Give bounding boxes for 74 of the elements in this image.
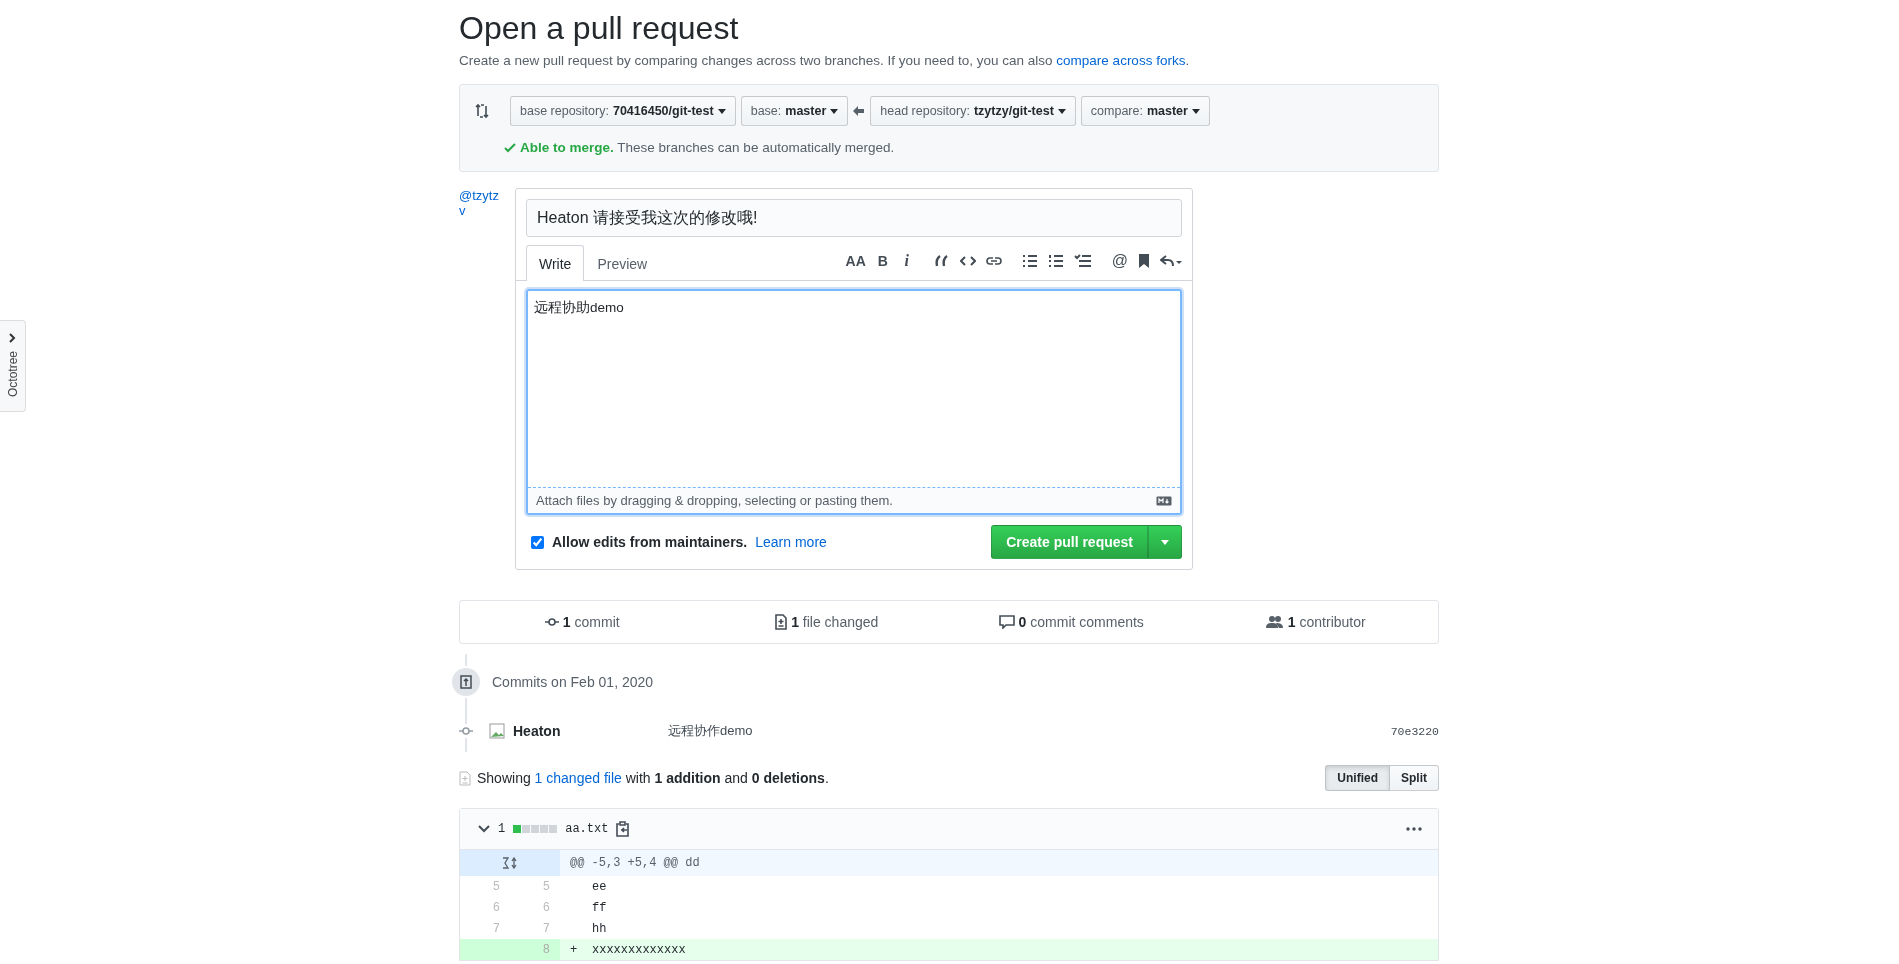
- caret-icon: [717, 108, 726, 114]
- allow-edits-checkbox[interactable]: [531, 535, 544, 549]
- branch-selector[interactable]: base repository: 70416450/git-test: [510, 96, 736, 126]
- hunk-header: @@ -5,3 +5,4 @@ dd: [569, 856, 701, 870]
- heading-tool[interactable]: AA: [845, 252, 866, 269]
- page-title: Open a pull request: [459, 10, 740, 47]
- commits-date-heading: Commits on Feb 01, 2020: [492, 674, 654, 690]
- line-number-gutter: [460, 939, 510, 960]
- link-icon: [985, 254, 1002, 267]
- code-line: ff: [592, 900, 607, 915]
- bookmark-icon: [1138, 252, 1150, 269]
- page-description: Create a new pull request by comparing changes across two branches. If you need to, you can also compare across forks.: [459, 53, 1191, 68]
- arrow-left-icon: [853, 106, 866, 116]
- mention-tool[interactable]: @: [1111, 251, 1128, 270]
- file-diff-icon: [775, 614, 788, 630]
- bulleted-list-icon: [1021, 253, 1038, 268]
- caret-icon: [1057, 108, 1066, 114]
- italic-tool[interactable]: i: [899, 251, 914, 270]
- compare-arrows-icon: [474, 102, 490, 120]
- chevron-down-icon: [478, 825, 490, 833]
- file-name[interactable]: aa.txt: [565, 822, 609, 836]
- commit-message[interactable]: 远程协作demo: [668, 722, 753, 740]
- diff-summary: Showing 1 changed file with 1 addition and 0 deletions.: [477, 770, 829, 786]
- editor-tab[interactable]: Write: [526, 245, 585, 281]
- reply-icon: [1160, 253, 1182, 268]
- clipboard-icon: [616, 821, 631, 837]
- unfold-icon: [502, 857, 518, 869]
- change-count: 1: [498, 822, 506, 836]
- code-line: hh: [592, 921, 607, 936]
- diffstat-bar: [513, 825, 558, 833]
- diff-view-button[interactable]: Unified: [1325, 765, 1390, 791]
- chevron-right-icon: [9, 333, 16, 343]
- summary-stat[interactable]: 1 contributor: [1287, 614, 1366, 630]
- comment-icon: [998, 615, 1015, 629]
- summary-stat[interactable]: 1 file changed: [791, 614, 879, 630]
- file-diff-icon: [459, 770, 471, 786]
- dropdown-button[interactable]: [1148, 525, 1182, 559]
- avatar-alt-text: @tzytzv: [459, 188, 500, 220]
- caret-icon: [1161, 539, 1169, 545]
- title-field[interactable]: Heaton 请接受我这次的修改哦!: [526, 199, 1182, 237]
- expand-button[interactable]: [460, 850, 560, 876]
- commit-icon: [544, 617, 559, 627]
- people-icon: [1265, 615, 1284, 629]
- code-line: ee: [592, 879, 607, 894]
- branch-selector[interactable]: compare: master: [1080, 96, 1210, 126]
- summary-stat[interactable]: 0 commit comments: [1018, 614, 1144, 630]
- editor-tab[interactable]: Preview: [584, 245, 661, 281]
- commit-sha[interactable]: 70e3220: [1390, 724, 1439, 738]
- attach-hint: Attach files by dragging & dropping, selecting or pasting them.: [536, 493, 893, 508]
- octotree-tab[interactable]: Octotree: [0, 320, 26, 412]
- changed-file-link[interactable]: 1 changed file: [534, 770, 622, 786]
- broken-image-icon: [489, 723, 505, 739]
- code-icon: [959, 254, 976, 267]
- merge-status: Able to merge. These branches can be automatically merged.: [520, 140, 895, 155]
- commit-author[interactable]: Heaton: [513, 723, 668, 739]
- task-list-icon: [1073, 253, 1092, 268]
- branch-selector[interactable]: base: master: [740, 96, 849, 126]
- allow-edits-label: Allow edits from maintainers.: [552, 534, 748, 550]
- diff-view-button[interactable]: Split: [1390, 765, 1439, 791]
- branch-selector[interactable]: head repository: tzytzy/git-test: [870, 96, 1076, 126]
- quote-icon: [933, 254, 950, 267]
- learn-more-link[interactable]: Learn more: [755, 534, 827, 550]
- description-field[interactable]: 远程协助demo Attach files by dragging & dropping, selecting or pasting them.: [526, 289, 1182, 515]
- numbered-list-icon: [1047, 253, 1064, 268]
- bold-tool[interactable]: B: [875, 252, 890, 269]
- markdown-icon: [1156, 495, 1172, 506]
- diff-marker: +: [570, 942, 579, 957]
- more-icon: [1406, 827, 1422, 831]
- code-line: xxxxxxxxxxxxx: [592, 942, 686, 957]
- caret-icon: [830, 108, 839, 114]
- check-icon: [504, 142, 516, 153]
- commit-icon: [459, 726, 473, 736]
- caret-icon: [1191, 108, 1200, 114]
- summary-stat[interactable]: 1 commit: [562, 614, 620, 630]
